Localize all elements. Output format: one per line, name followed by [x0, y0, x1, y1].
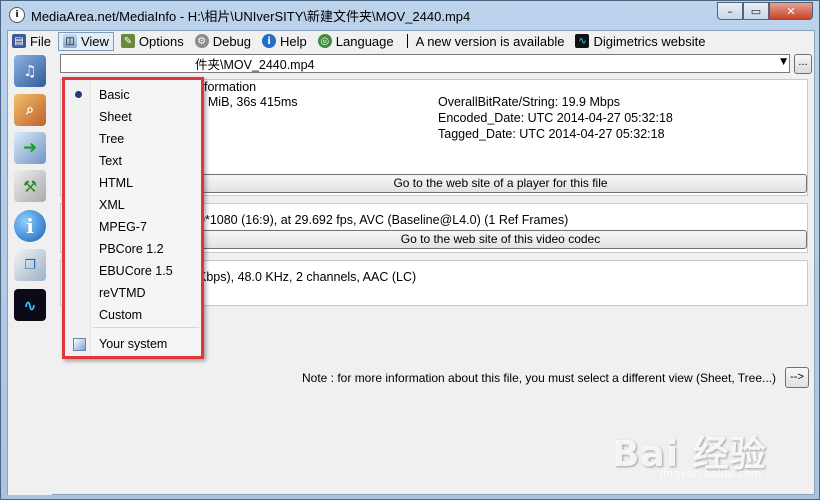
close-button[interactable]: ✕	[769, 2, 813, 20]
debug-menu-icon: ⚙	[194, 34, 209, 48]
video-info: 0*1080 (16:9), at 29.692 fps, AVC (Basel…	[198, 213, 569, 227]
menu-file[interactable]: ▤ File	[8, 32, 55, 51]
browse-button[interactable]: ...	[794, 54, 812, 74]
menu-debug[interactable]: ⚙ Debug	[191, 32, 255, 51]
title-bar[interactable]: i MediaArea.net/MediaInfo - H:\相片\UNIver…	[1, 1, 819, 29]
next-view-button[interactable]: -->	[785, 367, 809, 388]
menu-view[interactable]: ◫ View	[57, 31, 114, 51]
menu-debug-label: Debug	[212, 33, 252, 49]
view-option-xml[interactable]: XML	[65, 194, 201, 216]
view-option-label: Custom	[99, 308, 143, 322]
audio-info: Kbps), 48.0 KHz, 2 channels, AAC (LC)	[198, 270, 417, 284]
view-option-label: MPEG-7	[99, 220, 147, 234]
menu-new-version[interactable]: A new version is available	[412, 32, 569, 51]
view-option-ebucore[interactable]: EBUCore 1.5	[65, 260, 201, 282]
file-select[interactable]: 件夹\MOV_2440.mp4 ▼	[60, 54, 790, 73]
view-option-custom[interactable]: Custom	[65, 304, 201, 326]
file-select-value: 件夹\MOV_2440.mp4	[195, 58, 315, 72]
view-option-mpeg7[interactable]: MPEG-7	[65, 216, 201, 238]
view-option-your-system[interactable]: Your system	[65, 333, 201, 355]
menu-options[interactable]: ✎ Options	[117, 32, 188, 51]
plugins-icon[interactable]: ❐	[14, 249, 46, 281]
menu-separator	[406, 34, 408, 48]
open-folder-icon[interactable]: ⌕	[14, 94, 46, 126]
help-menu-icon: i	[262, 34, 277, 48]
view-dropdown-menu: Basic Sheet Tree Text HTML XML MPEG-7 PB…	[62, 77, 204, 359]
digimetrics-menu-icon: ∿	[575, 34, 590, 48]
menu-view-label: View	[80, 33, 109, 49]
digimetrics-icon[interactable]: ∿	[14, 289, 46, 321]
menu-language[interactable]: ◎ Language	[314, 32, 398, 51]
view-option-label: Basic	[99, 88, 130, 102]
menu-bar: ▤ File ◫ View ✎ Options ⚙ Debug i Help ◎…	[8, 31, 814, 51]
chevron-down-icon[interactable]: ▼	[780, 57, 787, 67]
open-file-icon[interactable]: ♫	[14, 55, 46, 87]
menu-digimetrics[interactable]: ∿ Digimetrics website	[571, 32, 709, 51]
selected-bullet-icon	[75, 91, 82, 98]
menu-digimetrics-label: Digimetrics website	[593, 33, 706, 49]
general-heading: formation	[204, 80, 257, 94]
view-option-basic[interactable]: Basic	[65, 84, 201, 106]
view-option-label: EBUCore 1.5	[99, 264, 173, 278]
view-note: Note : for more information about this f…	[302, 371, 776, 385]
overall-bitrate: OverallBitRate/String: 19.9 Mbps	[438, 95, 621, 109]
baidu-watermark-url: jingyan.baidu.com	[660, 467, 762, 480]
options-menu-icon: ✎	[120, 34, 135, 48]
window-title: MediaArea.net/MediaInfo - H:\相片\UNIverSI…	[31, 8, 471, 24]
view-option-label: Tree	[99, 132, 125, 146]
view-option-pbcore[interactable]: PBCore 1.2	[65, 238, 201, 260]
view-option-sheet[interactable]: Sheet	[65, 106, 201, 128]
computer-icon	[73, 337, 86, 351]
encoded-date: Encoded_Date: UTC 2014-04-27 05:32:18	[438, 111, 673, 125]
preferences-icon[interactable]: ⚒	[14, 170, 46, 202]
player-website-button[interactable]: Go to the web site of a player for this …	[194, 174, 807, 193]
about-icon[interactable]: i	[14, 210, 46, 242]
menu-help[interactable]: i Help	[258, 32, 311, 51]
view-option-label: Your system	[99, 337, 168, 351]
menu-file-label: File	[30, 33, 51, 49]
menu-help-label: Help	[280, 33, 307, 49]
menu-new-version-label: A new version is available	[415, 33, 565, 49]
menu-options-label: Options	[138, 33, 184, 49]
minimize-button[interactable]: –	[717, 2, 743, 20]
menu-language-label: Language	[335, 33, 394, 49]
view-option-label: HTML	[99, 176, 134, 190]
codec-website-button[interactable]: Go to the web site of this video codec	[194, 230, 807, 249]
menu-separator	[93, 327, 199, 328]
file-menu-icon: ▤	[12, 34, 26, 48]
view-option-revtmd[interactable]: reVTMD	[65, 282, 201, 304]
left-toolbar: ♫ ⌕ ➜ ⚒ i ❐ ∿	[8, 52, 52, 495]
view-option-label: XML	[99, 198, 125, 212]
mediainfo-app-icon: i	[9, 7, 25, 23]
view-option-tree[interactable]: Tree	[65, 128, 201, 150]
export-icon[interactable]: ➜	[14, 132, 46, 164]
view-option-label: Text	[99, 154, 122, 168]
view-option-text[interactable]: Text	[65, 150, 201, 172]
maximize-button[interactable]: ▭	[743, 2, 769, 20]
language-menu-icon: ◎	[317, 34, 332, 48]
view-menu-icon: ◫	[62, 34, 77, 48]
window-controls: – ▭ ✕	[717, 2, 813, 20]
view-option-label: Sheet	[99, 110, 132, 124]
view-option-html[interactable]: HTML	[65, 172, 201, 194]
general-size-duration: .5 MiB, 36s 415ms	[194, 95, 298, 109]
view-option-label: PBCore 1.2	[99, 242, 164, 256]
tagged-date: Tagged_Date: UTC 2014-04-27 05:32:18	[438, 127, 665, 141]
view-option-label: reVTMD	[99, 286, 146, 300]
